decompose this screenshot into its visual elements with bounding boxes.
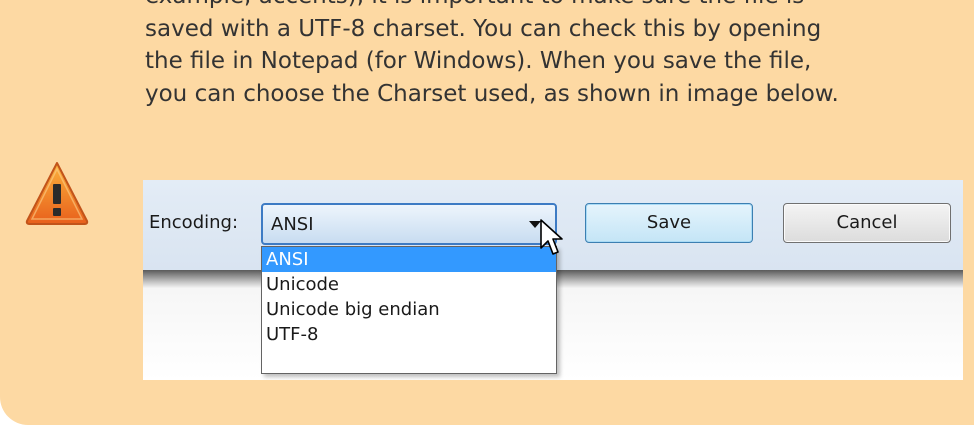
mouse-pointer-icon — [540, 219, 563, 255]
note-line-3: the file in Notepad (for Windows). When … — [145, 48, 812, 75]
note-line-2: saved with a UTF-8 charset. You can chec… — [145, 15, 822, 42]
encoding-option-unicode[interactable]: Unicode — [262, 272, 556, 297]
warning-triangle-icon — [25, 162, 89, 225]
encoding-select-value: ANSI — [271, 214, 314, 235]
encoding-option-unicode-big-endian[interactable]: Unicode big endian — [262, 297, 556, 322]
notepad-save-dialog-screenshot: Encoding: ANSI Save Cancel ANSI Unicode … — [143, 180, 963, 380]
note-line-1: example, accents), it is important to ma… — [145, 0, 804, 9]
encoding-dropdown-list: ANSI Unicode Unicode big endian UTF-8 — [261, 246, 557, 374]
warning-note: example, accents), it is important to ma… — [0, 0, 974, 425]
cancel-button[interactable]: Cancel — [783, 203, 951, 243]
encoding-label: Encoding: — [149, 212, 239, 233]
encoding-select[interactable]: ANSI — [261, 203, 557, 245]
encoding-option-ansi[interactable]: ANSI — [262, 247, 556, 272]
note-text: example, accents), it is important to ma… — [145, 0, 965, 110]
encoding-option-utf-8[interactable]: UTF-8 — [262, 322, 556, 347]
note-line-4: you can choose the Charset used, as show… — [145, 80, 839, 107]
save-button[interactable]: Save — [585, 203, 753, 243]
